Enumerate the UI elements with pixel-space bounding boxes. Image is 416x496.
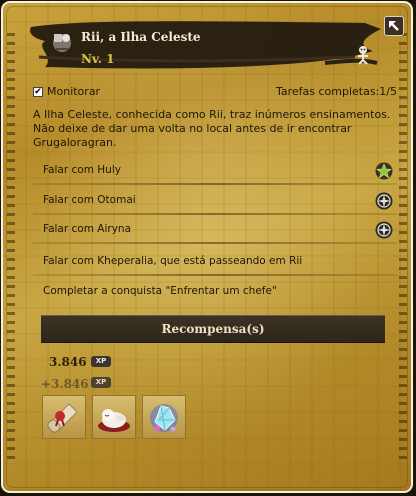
task-item[interactable]: Falar com Otomai	[33, 187, 397, 215]
task-item[interactable]: Falar com Huly	[33, 157, 397, 185]
track-row: ✔ Monitorar Tarefas completas:1/5	[33, 85, 399, 101]
xp-reward: 3.846	[49, 355, 87, 369]
task-item[interactable]: Falar com Airyna	[33, 216, 397, 244]
task-item[interactable]: Completar a conquista "Enfrentar um chef…	[33, 278, 397, 306]
rewards-header: Recompensa(s)	[41, 315, 385, 343]
quest-window: Rii, a Ilha Celeste Nv. 1 ✔ Monitorar Ta…	[1, 1, 413, 493]
xp-bonus: +3.846	[41, 377, 89, 391]
scroll-icon	[47, 403, 78, 433]
expand-button[interactable]	[384, 16, 404, 36]
quest-level: Nv. 1	[81, 52, 115, 66]
xp-bonus-badge: XP	[91, 377, 111, 388]
monitor-checkbox[interactable]: ✔	[33, 87, 43, 97]
quest-type-icon	[49, 29, 75, 55]
task-label: Falar com Kheperalia, que está passeando…	[43, 255, 303, 267]
reward-item[interactable]	[42, 395, 86, 439]
crystal-icon	[150, 404, 178, 432]
arrow-up-left-icon	[389, 21, 399, 31]
compass-icon[interactable]	[375, 221, 393, 239]
task-label: Falar com Airyna	[43, 223, 131, 235]
task-label: Completar a conquista "Enfrentar um chef…	[43, 285, 277, 297]
star-icon[interactable]	[375, 162, 393, 180]
tasks-progress: Tarefas completas:1/5	[275, 85, 397, 98]
quest-description: A Ilha Celeste, conhecida como Rii, traz…	[33, 108, 391, 149]
npc-icon[interactable]	[355, 45, 371, 65]
sleeping-pet-icon	[98, 409, 130, 432]
task-label: Falar com Huly	[43, 164, 121, 176]
reward-item[interactable]	[142, 395, 186, 439]
task-item[interactable]: Falar com Kheperalia, que está passeando…	[33, 248, 397, 276]
rewards-title: Recompensa(s)	[161, 322, 265, 336]
xp-badge: XP	[91, 356, 111, 367]
header-banner	[25, 17, 385, 75]
monitor-label: Monitorar	[47, 85, 101, 98]
reward-item[interactable]	[92, 395, 136, 439]
task-label: Falar com Otomai	[43, 194, 136, 206]
compass-icon[interactable]	[375, 192, 393, 210]
quest-title: Rii, a Ilha Celeste	[81, 30, 201, 44]
